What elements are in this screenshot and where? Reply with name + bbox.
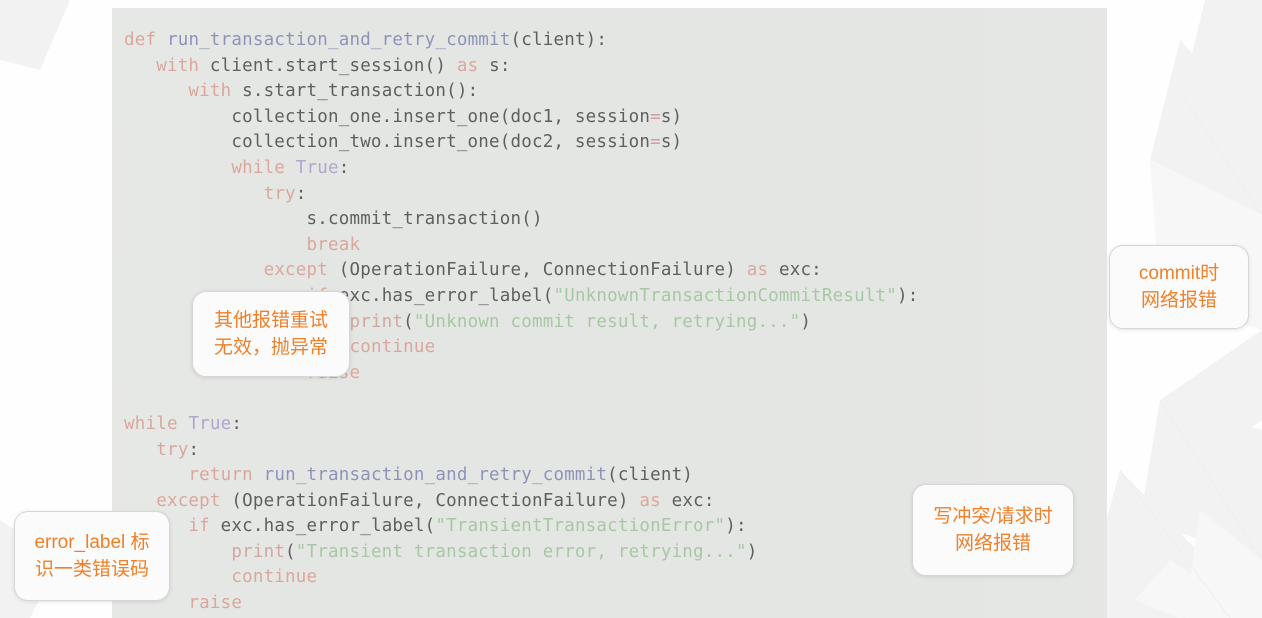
code-text: collection_one.insert_one(doc1, session <box>231 106 651 127</box>
code-keyword-raise: raise <box>188 593 243 614</box>
code-text: : <box>188 439 200 460</box>
code-text: ) <box>800 311 812 332</box>
code-text: : <box>295 183 307 204</box>
callout-line-2: 识一类错误码 <box>34 559 149 580</box>
code-text: exc: <box>778 260 822 281</box>
code-keyword-try: try <box>156 439 189 460</box>
code-keyword-while: while <box>231 157 286 178</box>
callout-write-conflict-text: 写冲突/请求时 网络报错 <box>933 503 1052 557</box>
code-text: s.start_transaction(): <box>242 81 479 102</box>
code-keyword-as: as <box>639 490 661 511</box>
code-function-print: print <box>231 541 286 562</box>
code-keyword-as: as <box>746 260 769 281</box>
slide-canvas: def run_transaction_and_retry_commit(cli… <box>0 0 1262 618</box>
code-string-message: "Transient transaction error, retrying..… <box>295 541 747 562</box>
code-text: (client): <box>510 30 608 50</box>
code-operator: = <box>650 106 661 127</box>
callout-write-conflict-network-error: 写冲突/请求时 网络报错 <box>912 484 1074 576</box>
code-text: : <box>338 157 350 178</box>
code-text: s: <box>489 55 511 76</box>
callout-line-1: 其他报错重试 <box>213 310 328 331</box>
code-keyword-with: with <box>156 55 200 76</box>
code-builtin-true: True <box>295 157 339 178</box>
code-text: exc.has_error_label( <box>338 285 554 306</box>
callout-line-2: 网络报错 <box>1140 290 1217 311</box>
code-text: ( <box>285 541 296 562</box>
code-builtin-true: True <box>188 413 232 434</box>
code-keyword-return: return <box>188 465 253 486</box>
code-function-print: print <box>349 311 404 332</box>
code-keyword-except: except <box>156 490 221 511</box>
code-text: ): <box>897 285 919 306</box>
code-text: exc.has_error_label( <box>220 516 436 537</box>
code-string-message: "Unknown commit result, retrying..." <box>413 311 801 332</box>
code-keyword-if: if <box>188 516 210 537</box>
code-string-error-label: "UnknownTransactionCommitResult" <box>553 285 898 306</box>
code-text: ) <box>746 541 758 562</box>
code-keyword-except: except <box>263 260 328 281</box>
code-text: s.commit_transaction() <box>306 209 543 230</box>
code-text: : <box>231 413 243 434</box>
code-text: ): <box>725 516 747 537</box>
code-keyword-continue: continue <box>231 567 318 588</box>
code-keyword-continue: continue <box>349 337 436 358</box>
code-text: s) <box>660 106 683 127</box>
code-text: (OperationFailure, ConnectionFailure) <box>338 260 736 281</box>
code-keyword-def: def <box>124 30 157 50</box>
callout-error-label-text: error_label 标 识一类错误码 <box>34 529 149 583</box>
callout-line-2: 无效，抛异常 <box>213 337 328 358</box>
callout-line-1: 写冲突/请求时 <box>933 506 1053 527</box>
code-text: s) <box>660 132 683 153</box>
code-text: (client) <box>607 465 694 486</box>
code-text: (OperationFailure, ConnectionFailure) <box>231 490 629 511</box>
code-function-call: run_transaction_and_retry_commit <box>263 465 608 486</box>
code-string-error-label: "TransientTransactionError" <box>435 516 726 537</box>
code-text: exc: <box>671 490 715 511</box>
callout-line-2: 网络报错 <box>954 533 1031 554</box>
code-keyword-as: as <box>456 55 479 76</box>
code-text: client.start_session() <box>209 55 447 76</box>
code-keyword-break: break <box>306 234 361 255</box>
code-keyword-try: try <box>263 183 296 204</box>
callout-commit-network-error: commit时 网络报错 <box>1109 245 1249 329</box>
callout-other-errors: 其他报错重试 无效，抛异常 <box>192 291 350 377</box>
code-operator: = <box>650 132 661 153</box>
code-text: collection_two.insert_one(doc2, session <box>231 132 651 153</box>
callout-error-label: error_label 标 识一类错误码 <box>14 511 170 601</box>
callout-line-1: commit时 <box>1138 263 1220 284</box>
callout-commit-network-error-text: commit时 网络报错 <box>1139 260 1219 314</box>
code-keyword-with: with <box>188 81 232 102</box>
code-keyword-while: while <box>124 413 178 434</box>
code-function-name: run_transaction_and_retry_commit <box>166 30 511 50</box>
callout-other-errors-text: 其他报错重试 无效，抛异常 <box>214 307 328 361</box>
callout-line-1: error_label 标 <box>34 532 150 553</box>
code-text: ( <box>403 311 414 332</box>
